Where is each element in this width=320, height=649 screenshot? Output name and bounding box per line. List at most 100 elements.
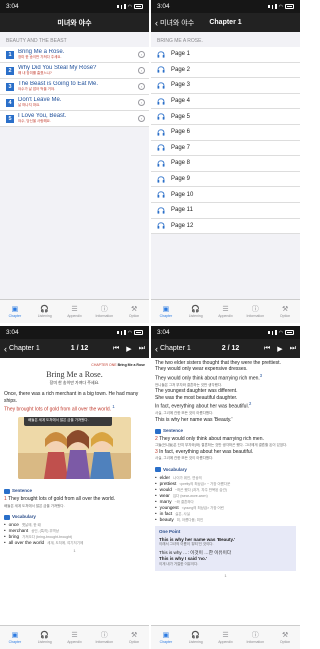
tab-information[interactable]: ⓘ Information <box>240 300 270 323</box>
play-icon[interactable]: ▶ <box>126 345 131 353</box>
tab-information[interactable]: ⓘ Information <box>89 626 119 649</box>
vocab-item[interactable]: • beauty 미, 아름다움; 미인 <box>155 517 296 523</box>
tab-label: Chapter <box>159 313 173 318</box>
text-line-7[interactable]: This is why her name was 'Beauty.' <box>155 417 296 423</box>
chapter-row[interactable]: 3 The Beast is Going to Eat Me. 야수가 날 잡아 먹… <box>0 79 149 95</box>
tab-information[interactable]: ⓘ Information <box>240 626 270 649</box>
vocab-section-header: Vocabulary <box>4 514 36 520</box>
tab-listening[interactable]: 🎧 Listening <box>30 300 60 323</box>
vocab-list: • once 옛날에, 한 때 • merchant 상인, (특히) 무역상 • bring… <box>4 522 145 546</box>
appendix-icon: ☰ <box>71 631 78 639</box>
chapter-icon: ▣ <box>11 305 19 313</box>
page-row[interactable]: Page 2 <box>151 62 300 79</box>
page-row[interactable]: Page 8 <box>151 156 300 172</box>
page-row[interactable]: Page 9 <box>151 171 300 188</box>
play-icon[interactable]: ▶ <box>277 345 282 353</box>
player-controls: ⏮ ▶ ⏭ <box>264 345 296 353</box>
status-bar: 3:04 ◠ <box>151 326 300 339</box>
chapter-subtitle: 야수, 당신을 사랑해요. <box>18 119 51 123</box>
page-row[interactable]: Page 6 <box>151 124 300 141</box>
paragraph-1[interactable]: Once, there was a rich merchant in a big… <box>4 391 145 404</box>
back-button[interactable]: ‹ Chapter 1 <box>155 344 191 354</box>
chevron-right-icon: › <box>138 67 145 74</box>
tab-listening[interactable]: 🎧 Listening <box>30 626 60 649</box>
forward-icon[interactable]: ⏭ <box>139 345 145 353</box>
vocab-item[interactable]: • all over the world 세계, 도처에, 여기저기에 <box>4 540 145 546</box>
page-row[interactable]: Page 1 <box>151 47 300 63</box>
vocab-label: Vocabulary <box>163 466 187 472</box>
nav-bar: 미녀와 야수 <box>0 13 149 32</box>
tab-chapter[interactable]: ▣ Chapter <box>0 626 30 649</box>
page-row[interactable]: Page 7 <box>151 140 300 157</box>
paragraph-2[interactable]: They brought lots of gold from all over … <box>4 404 145 413</box>
one-point-example-2-translation: 이게 내가 거절한 이유이다. <box>159 561 199 566</box>
footnote-marker[interactable]: 2 <box>249 401 251 406</box>
tab-label: Appendix <box>218 639 233 644</box>
headphones-icon <box>157 113 165 120</box>
back-button[interactable]: ‹ Chapter 1 <box>4 344 40 354</box>
headphones-icon: 🎧 <box>40 631 50 639</box>
chapter-row[interactable]: 1 Bring Me a Rose. 장미 한 송이만 가져다 주세요. › <box>0 47 149 63</box>
option-icon: ⚒ <box>281 631 289 639</box>
chapter-row[interactable]: 5 I Love You, Beast. 야수, 당신을 사랑해요. › <box>0 111 149 127</box>
reader-content[interactable]: CHAPTER ONE Bring Me a Rose Bring Me a R… <box>0 358 149 625</box>
tab-option[interactable]: ⚒ Option <box>270 300 300 323</box>
chapter-subtitle: 왜 내 장미를 훔쳤느냐? <box>18 71 52 75</box>
tab-option[interactable]: ⚒ Option <box>119 626 149 649</box>
page-label: Page 11 <box>171 207 193 214</box>
tab-information[interactable]: ⓘ Information <box>89 300 119 323</box>
vocabulary-icon <box>155 467 161 473</box>
headphones-icon <box>157 207 165 214</box>
page-row[interactable]: Page 12 <box>151 218 300 235</box>
rewind-icon[interactable]: ⏮ <box>264 345 270 353</box>
tab-listening[interactable]: 🎧 Listening <box>181 626 211 649</box>
footnote-marker[interactable]: 1 <box>112 404 114 409</box>
headphones-icon <box>157 175 165 183</box>
chapter-row[interactable]: 2 Why Did You Steal My Rose? 왜 내 장미를 훔쳤느냐?… <box>0 63 149 79</box>
paragraph-2-text: They brought lots of gold from all over … <box>4 406 111 413</box>
tab-label: Option <box>128 639 140 644</box>
reader-content[interactable]: The two elder sisters thought that they … <box>151 358 300 625</box>
nav-bar: ‹ Chapter 1 2 / 12 ⏮ ▶ ⏭ <box>151 339 300 358</box>
tab-bar: ▣ Chapter 🎧 Listening ☰ Appendix ⓘ Information ⚒… <box>0 625 149 649</box>
back-button[interactable]: ‹ 미녀와 야수 <box>155 18 194 28</box>
story-illustration: 배들은 세계 도처에서 많은 금을 가져왔다. <box>18 417 131 480</box>
chapter-text: Don't Leave Me. 날 떠나지 마요. <box>18 97 138 108</box>
chapter-text: I Love You, Beast. 야수, 당신을 사랑해요. <box>18 113 138 124</box>
status-time: 3:04 <box>6 329 19 336</box>
tab-option[interactable]: ⚒ Option <box>119 300 149 323</box>
text-line-6[interactable]: In fact, everything about her was beauti… <box>155 401 296 410</box>
story-title: Bring Me a Rose. <box>46 370 103 380</box>
page-row[interactable]: Page 10 <box>151 187 300 203</box>
illustration-image <box>18 417 131 480</box>
headphones-icon <box>157 66 165 73</box>
footnote-marker[interactable]: 3 <box>260 373 262 378</box>
tab-chapter[interactable]: ▣ Chapter <box>151 626 181 649</box>
wifi-icon: ◠ <box>278 329 283 336</box>
tab-listening[interactable]: 🎧 Listening <box>181 300 211 323</box>
sentence-label: Sentence <box>12 488 33 494</box>
tab-chapter[interactable]: ▣ Chapter <box>151 300 181 323</box>
page-row[interactable]: Page 4 <box>151 93 300 110</box>
tab-appendix[interactable]: ☰ Appendix <box>211 300 241 323</box>
tab-label: Listening <box>37 313 52 318</box>
info-icon: ⓘ <box>251 305 259 313</box>
page-indicator: 1 <box>224 572 227 578</box>
forward-icon[interactable]: ⏭ <box>290 345 296 353</box>
info-icon: ⓘ <box>251 631 259 639</box>
page-row[interactable]: Page 3 <box>151 78 300 94</box>
chevron-left-icon: ‹ <box>155 17 158 28</box>
tab-appendix[interactable]: ☰ Appendix <box>60 626 90 649</box>
tab-option[interactable]: ⚒ Option <box>270 626 300 649</box>
option-icon: ⚒ <box>130 631 138 639</box>
page-label: Page 12 <box>171 222 194 229</box>
chapter-row[interactable]: 4 Don't Leave Me. 날 떠나지 마요. › <box>0 95 149 111</box>
chapter-number-badge: 5 <box>6 114 14 123</box>
page-row[interactable]: Page 11 <box>151 202 300 219</box>
text-line-3[interactable]: They would only think about marrying ric… <box>155 373 296 382</box>
rewind-icon[interactable]: ⏮ <box>113 345 119 353</box>
tab-chapter[interactable]: ▣ Chapter <box>0 300 30 323</box>
tab-appendix[interactable]: ☰ Appendix <box>211 626 241 649</box>
page-row[interactable]: Page 5 <box>151 109 300 125</box>
tab-appendix[interactable]: ☰ Appendix <box>60 300 90 323</box>
